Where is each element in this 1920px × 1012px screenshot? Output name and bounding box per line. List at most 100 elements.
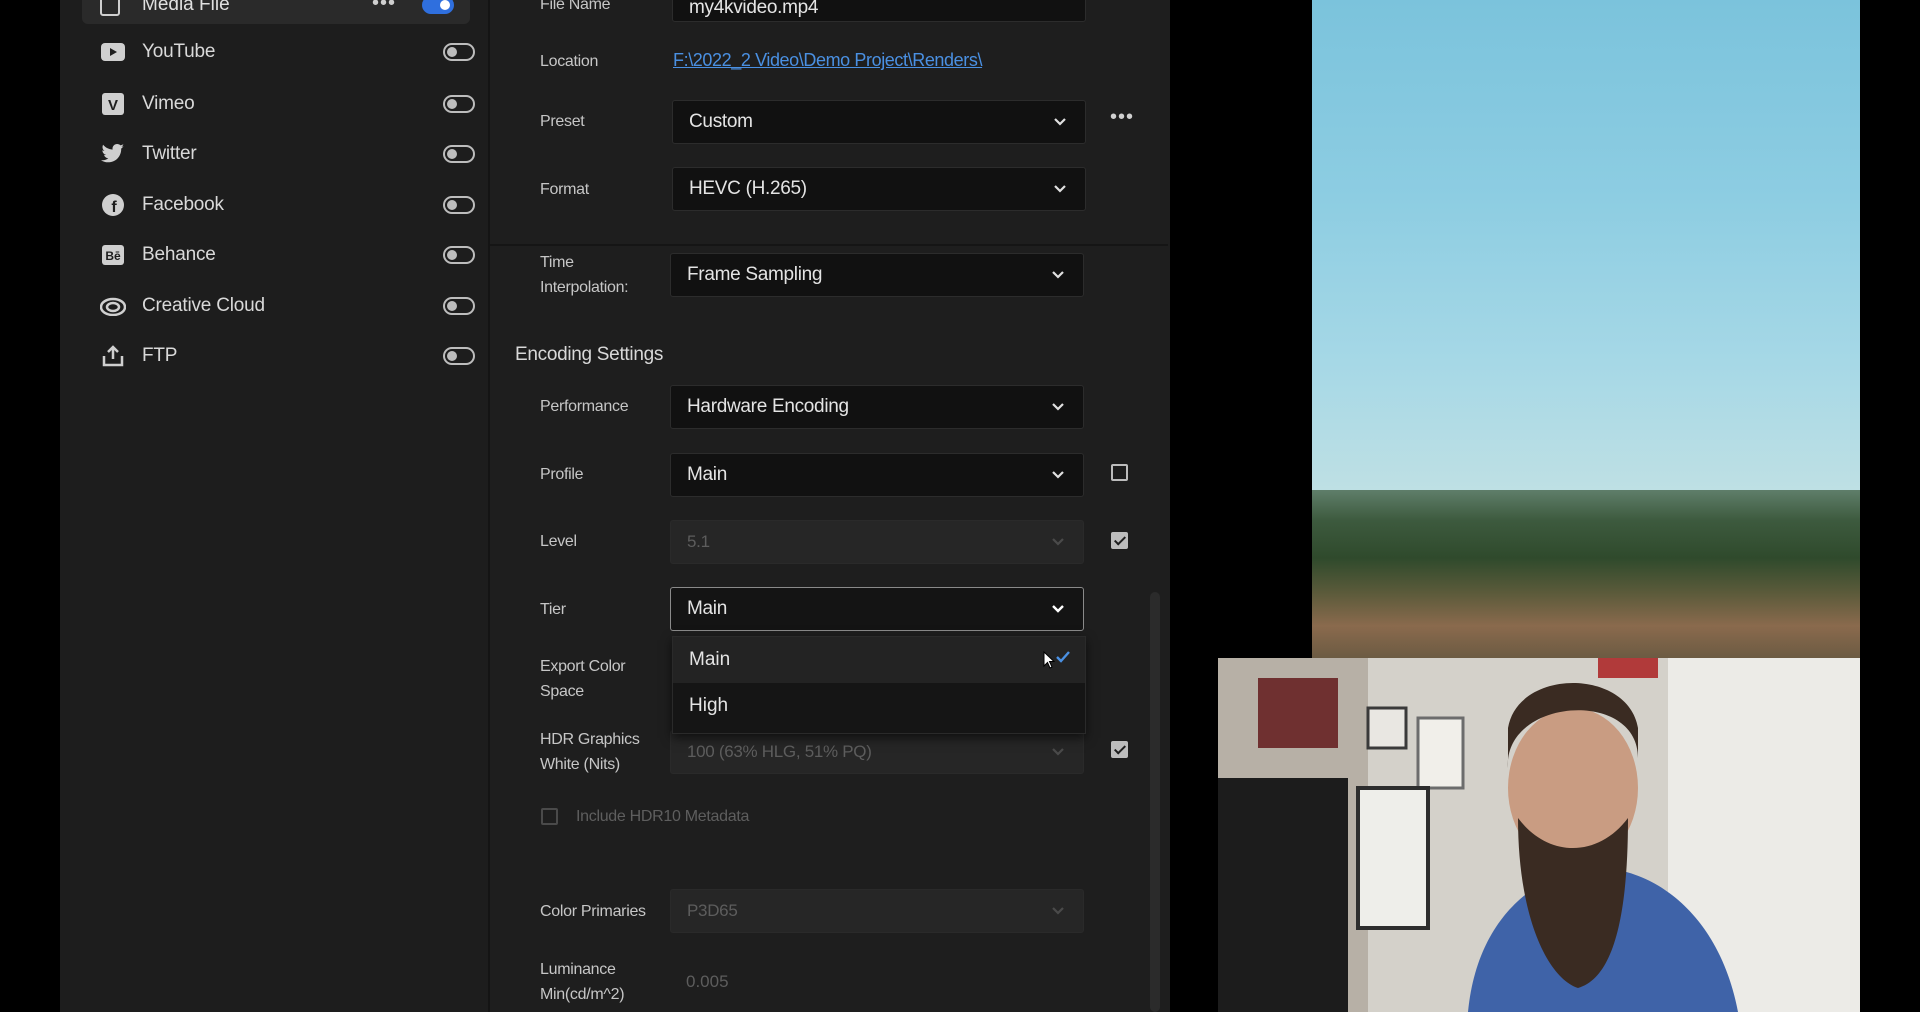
level-value: 5.1 xyxy=(687,532,710,551)
export-settings-panel: File Name my4kvideo.mp4 Location F:\2022… xyxy=(488,0,1170,1012)
performance-dropdown[interactable]: Hardware Encoding xyxy=(670,385,1084,429)
level-dropdown[interactable]: 5.1 xyxy=(670,520,1084,564)
youtube-toggle[interactable] xyxy=(443,43,475,61)
hdr-graphics-checkbox[interactable] xyxy=(1111,741,1128,758)
destination-label: Creative Cloud xyxy=(142,295,265,316)
location-link[interactable]: F:\2022_2 Video\Demo Project\Renders\ xyxy=(673,50,982,71)
svg-text:Bē: Bē xyxy=(105,249,121,263)
tier-option-main[interactable]: Main xyxy=(673,637,1085,683)
file-name-input[interactable]: my4kvideo.mp4 xyxy=(672,0,1086,22)
destination-label: Facebook xyxy=(142,194,224,215)
destination-behance[interactable]: Bē Behance xyxy=(100,235,475,275)
chevron-down-icon xyxy=(1052,471,1064,479)
format-value: HEVC (H.265) xyxy=(689,178,807,199)
mouse-cursor-icon xyxy=(1043,650,1056,675)
svg-text:V: V xyxy=(108,97,118,114)
twitter-toggle[interactable] xyxy=(443,145,475,163)
luminance-min-label: Luminance Min(cd/m^2) xyxy=(540,961,625,1003)
destination-youtube[interactable]: YouTube xyxy=(100,32,475,72)
profile-checkbox[interactable] xyxy=(1111,464,1128,481)
tier-option-high[interactable]: High xyxy=(673,683,1085,729)
media-file-icon xyxy=(100,0,120,16)
profile-value: Main xyxy=(687,464,727,485)
media-file-toggle[interactable] xyxy=(422,0,454,14)
vimeo-icon: V xyxy=(100,91,126,117)
location-label: Location xyxy=(540,53,599,70)
twitter-icon xyxy=(100,141,126,167)
creative-cloud-icon xyxy=(100,293,126,319)
destination-facebook[interactable]: f Facebook xyxy=(100,185,475,225)
format-label: Format xyxy=(540,181,589,198)
youtube-icon xyxy=(100,39,126,65)
chevron-down-icon xyxy=(1052,748,1064,756)
hdr-graphics-white-dropdown[interactable]: 100 (63% HLG, 51% PQ) xyxy=(670,730,1084,774)
media-file-row[interactable]: Media File ••• xyxy=(82,0,470,24)
destination-creative-cloud[interactable]: Creative Cloud xyxy=(100,286,475,326)
include-hdr10-checkbox[interactable] xyxy=(541,808,558,825)
performance-label: Performance xyxy=(540,398,629,415)
color-primaries-dropdown[interactable]: P3D65 xyxy=(670,889,1084,933)
destination-label: Behance xyxy=(142,244,216,265)
time-interpolation-dropdown[interactable]: Frame Sampling xyxy=(670,253,1084,297)
ftp-toggle[interactable] xyxy=(443,347,475,365)
destination-label: Vimeo xyxy=(142,93,195,114)
right-letterbox xyxy=(1860,0,1920,1012)
level-label: Level xyxy=(540,533,577,550)
webcam-overlay xyxy=(1218,658,1860,1012)
include-hdr10-label: Include HDR10 Metadata xyxy=(576,808,750,825)
behance-icon: Bē xyxy=(100,242,126,268)
profile-label: Profile xyxy=(540,466,584,483)
webcam-scene xyxy=(1218,658,1860,1012)
luminance-min-value[interactable]: 0.005 xyxy=(686,972,729,992)
destination-ftp[interactable]: FTP xyxy=(100,336,475,376)
hdr-graphics-white-label: HDR Graphics White (Nits) xyxy=(540,731,640,773)
profile-dropdown[interactable]: Main xyxy=(670,453,1084,497)
media-file-label: Media File xyxy=(142,0,230,15)
encoding-settings-heading: Encoding Settings xyxy=(515,344,664,365)
tier-value: Main xyxy=(687,598,727,619)
destinations-sidebar: Media File ••• YouTube V Vimeo Twitter f… xyxy=(60,0,488,1012)
time-interpolation-value: Frame Sampling xyxy=(687,264,823,285)
color-primaries-value: P3D65 xyxy=(687,901,738,920)
svg-text:f: f xyxy=(111,199,117,216)
performance-value: Hardware Encoding xyxy=(687,396,849,417)
vimeo-toggle[interactable] xyxy=(443,95,475,113)
hdr-graphics-white-value: 100 (63% HLG, 51% PQ) xyxy=(687,742,872,761)
checkmark-icon xyxy=(1055,649,1071,671)
tier-label: Tier xyxy=(540,601,566,618)
file-name-label: File Name xyxy=(540,0,611,13)
chevron-down-icon xyxy=(1052,605,1064,613)
chevron-down-icon xyxy=(1052,403,1064,411)
destination-label: Twitter xyxy=(142,143,197,164)
video-preview-landscape xyxy=(1312,0,1860,660)
facebook-icon: f xyxy=(100,192,126,218)
chevron-down-icon xyxy=(1052,538,1064,546)
level-checkbox[interactable] xyxy=(1111,532,1128,549)
more-options-icon[interactable]: ••• xyxy=(372,0,396,15)
landscape-hills xyxy=(1312,490,1860,660)
destination-label: YouTube xyxy=(142,41,216,62)
facebook-toggle[interactable] xyxy=(443,196,475,214)
export-color-space-label: Export Color Space xyxy=(540,658,626,700)
preset-dropdown[interactable]: Custom xyxy=(672,100,1086,144)
color-primaries-label: Color Primaries xyxy=(540,903,646,920)
chevron-down-icon xyxy=(1052,271,1064,279)
chevron-down-icon xyxy=(1054,118,1066,126)
preset-value: Custom xyxy=(689,111,753,132)
destination-vimeo[interactable]: V Vimeo xyxy=(100,84,475,124)
preset-label: Preset xyxy=(540,113,585,130)
format-dropdown[interactable]: HEVC (H.265) xyxy=(672,167,1086,211)
behance-toggle[interactable] xyxy=(443,246,475,264)
settings-scrollbar[interactable] xyxy=(1150,592,1160,1012)
ftp-upload-icon xyxy=(100,343,126,369)
chevron-down-icon xyxy=(1052,907,1064,915)
destination-twitter[interactable]: Twitter xyxy=(100,134,475,174)
tier-dropdown[interactable]: Main xyxy=(670,587,1084,631)
time-interpolation-label: Time Interpolation: xyxy=(540,254,629,296)
chevron-down-icon xyxy=(1054,185,1066,193)
section-divider xyxy=(490,244,1168,246)
destination-label: FTP xyxy=(142,345,178,366)
creative-cloud-toggle[interactable] xyxy=(443,297,475,315)
tier-options-list: Main High xyxy=(672,636,1086,734)
preset-more-icon[interactable]: ••• xyxy=(1110,106,1134,129)
